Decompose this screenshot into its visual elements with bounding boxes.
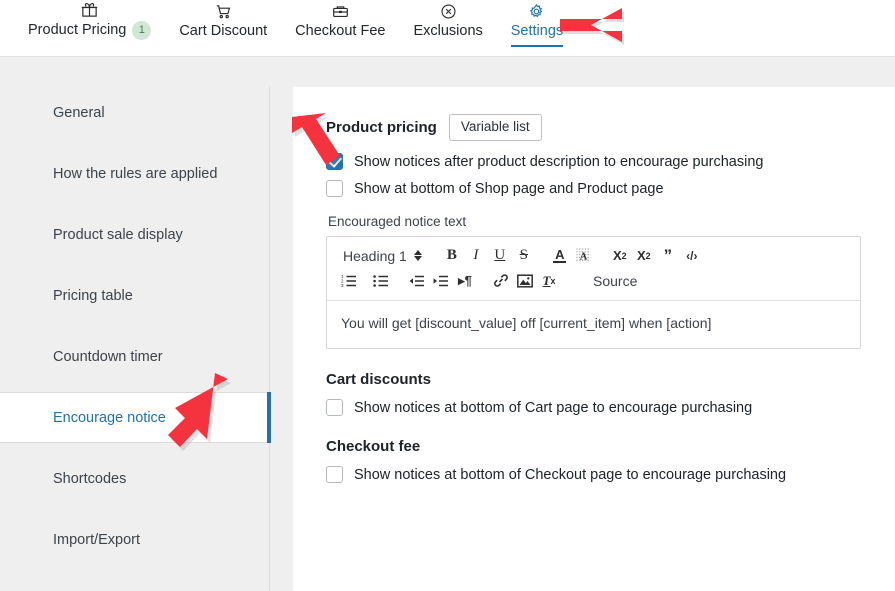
sidebar-item-how-the-rules-are-applied[interactable]: How the rules are applied <box>0 148 269 199</box>
sidebar-item-label: Pricing table <box>53 287 133 304</box>
tab-cart-discount-row: Cart Discount <box>179 23 267 56</box>
svg-text:3: 3 <box>341 283 344 288</box>
tab-label-settings: Settings <box>510 23 564 39</box>
sidebar-item-label: Product sale display <box>53 226 183 243</box>
tab-product-pricing-row: Product Pricing 1 <box>28 21 152 56</box>
background-color-icon[interactable]: A <box>572 244 596 267</box>
tab-list: Product Pricing 1 Cart Discount Checkout… <box>0 0 895 56</box>
sidebar-item-encourage-notice[interactable]: Encourage notice <box>0 392 271 443</box>
checkbox-label: Show notices at bottom of Cart page to e… <box>354 399 753 416</box>
checkbox-row-show-notices-after-description[interactable]: Show notices after product description t… <box>326 153 861 171</box>
section-title-checkout-fee: Checkout fee <box>326 438 421 456</box>
checkbox-label: Show notices at bottom of Checkout page … <box>354 466 787 483</box>
sidebar-item-label: Countdown timer <box>53 348 163 365</box>
italic-icon[interactable]: I <box>464 244 488 267</box>
app-root: Product Pricing 1 Cart Discount Checkout… <box>0 0 895 591</box>
sidebar-item-label: Import/Export <box>53 531 141 548</box>
sidebar-item-label: General <box>53 104 105 121</box>
sidebar-item-shortcodes[interactable]: Shortcodes <box>0 453 269 504</box>
sidebar-item-import-export[interactable]: Import/Export <box>0 514 269 565</box>
tab-underline <box>413 45 482 47</box>
blockquote-icon[interactable]: ” <box>656 244 680 267</box>
sidebar-item-label: Shortcodes <box>53 470 127 487</box>
tab-settings[interactable]: Settings <box>497 0 577 56</box>
sidebar-item-product-sale-display[interactable]: Product sale display <box>0 209 269 260</box>
tab-label-exclusions: Exclusions <box>413 23 483 39</box>
text-color-icon[interactable]: A <box>548 244 572 267</box>
checkbox-row-show-at-bottom-shop-product[interactable]: Show at bottom of Shop page and Product … <box>326 180 861 198</box>
tab-label-product-pricing: Product Pricing <box>28 22 127 38</box>
format-select-value: Heading 1 <box>343 247 407 264</box>
subscript-icon[interactable]: X2 <box>608 244 632 267</box>
checkbox-show-notices-checkout-page[interactable] <box>326 466 343 484</box>
cart-icon <box>215 3 232 20</box>
strikethrough-icon[interactable]: S <box>512 244 536 267</box>
image-icon[interactable] <box>513 269 537 292</box>
indent-icon[interactable] <box>429 269 453 292</box>
settings-sidebar: General How the rules are applied Produc… <box>0 87 271 591</box>
underline-icon[interactable]: U <box>488 244 512 267</box>
settings-content-inner: Product pricing Variable list Show notic… <box>293 87 895 484</box>
section-title-cart-discounts: Cart discounts <box>326 371 432 389</box>
tab-settings-row: Settings <box>511 23 563 56</box>
tab-exclusions[interactable]: Exclusions <box>399 0 496 56</box>
tab-underline <box>179 45 267 47</box>
section-title-product-pricing: Product pricing <box>326 119 437 137</box>
sidebar-item-label: How the rules are applied <box>53 165 218 182</box>
circle-x-icon <box>440 3 457 20</box>
wallet-icon <box>332 3 349 20</box>
tab-label-checkout-fee: Checkout Fee <box>295 23 386 39</box>
checkbox-row-show-notices-cart-page[interactable]: Show notices at bottom of Cart page to e… <box>326 399 861 417</box>
tab-badge-count: 1 <box>132 21 152 40</box>
outdent-icon[interactable] <box>405 269 429 292</box>
product-pricing-section-header: Product pricing Variable list <box>326 114 861 142</box>
editor-toolbar-row-1: Heading 1 B I U S A A X 2 X 2 ” ‹/› <box>333 243 854 268</box>
gear-icon <box>528 3 545 20</box>
bulleted-list-icon[interactable] <box>369 269 393 292</box>
svg-text:A: A <box>580 251 588 262</box>
checkbox-row-show-notices-checkout-page[interactable]: Show notices at bottom of Checkout page … <box>326 466 861 484</box>
checkbox-label: Show notices after product description t… <box>354 153 764 170</box>
checkbox-show-notices-cart-page[interactable] <box>326 399 343 417</box>
format-select-heading[interactable]: Heading 1 <box>333 248 428 264</box>
gift-icon <box>81 1 98 18</box>
sidebar-item-pricing-table[interactable]: Pricing table <box>0 270 269 321</box>
link-icon[interactable] <box>489 269 513 292</box>
top-tab-bar: Product Pricing 1 Cart Discount Checkout… <box>0 0 895 57</box>
tab-cart-discount[interactable]: Cart Discount <box>165 0 281 56</box>
sidebar-item-label: Encourage notice <box>53 409 166 426</box>
source-button[interactable]: Source <box>585 273 645 289</box>
chevron-updown-icon <box>413 250 422 262</box>
tab-underline-active <box>510 45 564 47</box>
settings-content-panel: Product pricing Variable list Show notic… <box>293 87 895 591</box>
checkbox-label: Show at bottom of Shop page and Product … <box>354 180 664 197</box>
tab-exclusions-row: Exclusions <box>413 23 482 56</box>
editor-toolbar-row-2: 1 2 3 ▸¶ T x Source <box>333 268 854 293</box>
text-direction-icon[interactable]: ▸¶ <box>453 269 477 292</box>
tab-product-pricing[interactable]: Product Pricing 1 <box>14 0 165 56</box>
tab-checkout-fee-row: Checkout Fee <box>295 23 385 56</box>
code-icon[interactable]: ‹/› <box>680 244 704 267</box>
variable-list-button[interactable]: Variable list <box>448 114 542 142</box>
editor-content-area[interactable]: You will get [discount_value] off [curre… <box>327 301 860 348</box>
remove-format-icon[interactable]: Tx <box>537 269 561 292</box>
tab-underline <box>295 45 385 47</box>
superscript-icon[interactable]: X2 <box>632 244 656 267</box>
checkbox-show-notices-after-description[interactable] <box>326 153 343 171</box>
numbered-list-icon[interactable]: 1 2 3 <box>337 269 361 292</box>
tab-label-cart-discount: Cart Discount <box>179 23 268 39</box>
checkbox-show-at-bottom-shop-product[interactable] <box>326 180 343 198</box>
tab-checkout-fee[interactable]: Checkout Fee <box>281 0 399 56</box>
rich-text-editor: Heading 1 B I U S A A X 2 X 2 ” ‹/› 1 2 … <box>326 236 861 350</box>
editor-toolbar: Heading 1 B I U S A A X 2 X 2 ” ‹/› 1 2 … <box>327 237 860 302</box>
encouraged-notice-text-label: Encouraged notice text <box>328 214 467 230</box>
sidebar-item-general[interactable]: General <box>0 87 269 138</box>
bold-icon[interactable]: B <box>440 244 464 267</box>
sidebar-item-countdown-timer[interactable]: Countdown timer <box>0 331 269 382</box>
tab-underline <box>28 45 151 47</box>
